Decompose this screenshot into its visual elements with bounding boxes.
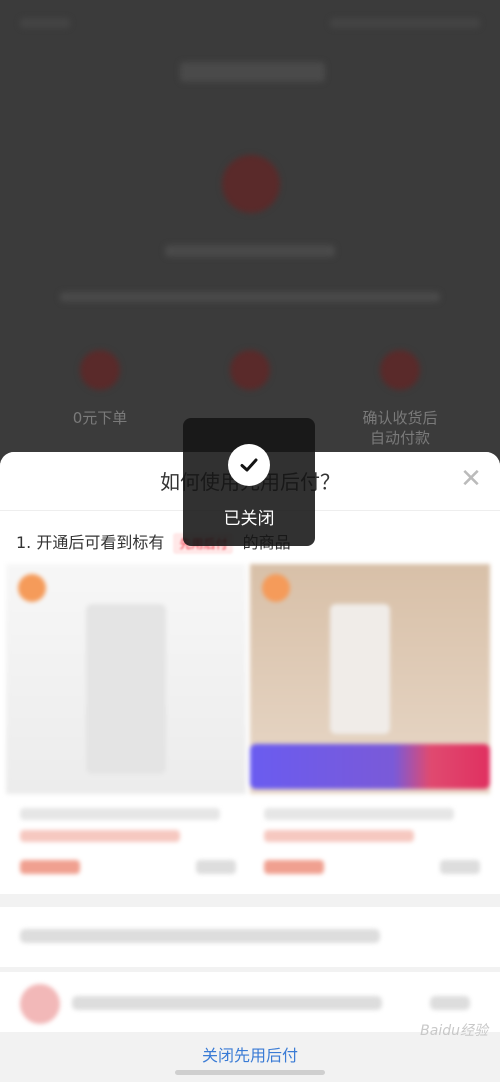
watermark: Baidu经验 <box>420 1023 488 1039</box>
step-2-row <box>0 907 500 967</box>
product-tag-2 <box>264 830 414 842</box>
step-icon-2 <box>230 350 270 390</box>
background-subtitle <box>60 292 440 302</box>
status-bar-left <box>20 18 70 28</box>
promo-banner <box>250 744 490 789</box>
close-icon[interactable]: ✕ <box>458 466 484 492</box>
product-card-1[interactable] <box>6 564 246 894</box>
product-grid <box>0 564 500 894</box>
background-page: 0元下单 确认收货后 自动付款 <box>0 0 500 455</box>
background-heading <box>165 245 335 257</box>
product-sales-2 <box>440 860 480 874</box>
product-tag-1 <box>20 830 180 842</box>
product-shape-1 <box>86 604 166 774</box>
product-shape-2 <box>330 604 390 734</box>
product-sales-1 <box>196 860 236 874</box>
product-badge-2 <box>262 574 290 602</box>
step-label-3: 确认收货后 自动付款 <box>362 409 438 447</box>
check-icon <box>228 444 270 486</box>
home-indicator <box>175 1070 325 1075</box>
product-price-2 <box>264 860 324 874</box>
step-icon-1 <box>80 350 120 390</box>
step-3-text <box>72 996 382 1010</box>
status-bar-right <box>330 18 480 28</box>
step-label-1: 0元下单 <box>72 409 128 427</box>
bottom-sheet: 如何使用先用后付？ ✕ 1. 开通后可看到标有 先用后付 的商品 <box>0 452 500 1082</box>
toast-text: 已关闭 <box>223 509 275 529</box>
product-title-1 <box>20 808 220 820</box>
step-1-text-before: 1. 开通后可看到标有 <box>16 533 165 552</box>
step-icon-3 <box>380 350 420 390</box>
product-price-1 <box>20 860 80 874</box>
background-feature-icon <box>222 155 280 213</box>
product-badge-1 <box>18 574 46 602</box>
product-title-2 <box>264 808 454 820</box>
close-pay-later-link[interactable]: 关闭先用后付 <box>0 1042 500 1066</box>
product-card-2[interactable] <box>250 564 490 894</box>
step-2-text <box>20 929 380 943</box>
background-title <box>180 62 325 82</box>
step-3-action <box>430 996 470 1010</box>
toast: 已关闭 <box>183 418 315 546</box>
step-3-icon <box>20 984 60 1024</box>
